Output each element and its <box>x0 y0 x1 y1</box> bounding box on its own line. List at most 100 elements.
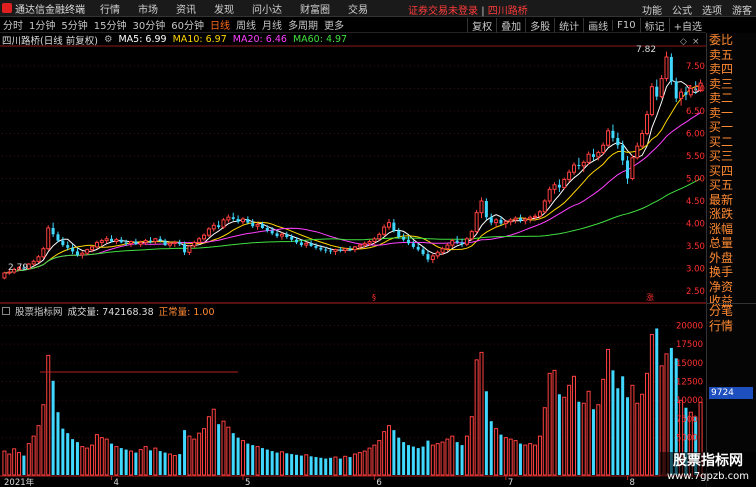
candle-body <box>202 234 207 240</box>
volume-bar <box>411 446 415 475</box>
side-tab-quote[interactable]: 行情 <box>707 319 756 334</box>
volume-bar <box>445 438 450 476</box>
candle-body <box>246 219 250 223</box>
volume-bar <box>167 453 172 476</box>
candle-body <box>71 247 75 252</box>
volume-bar <box>187 435 192 476</box>
date-tick-label: 4 <box>114 478 119 487</box>
volume-bar <box>275 452 279 475</box>
volume-bar <box>513 440 518 476</box>
volume-bar <box>299 455 303 475</box>
volume-bar <box>279 451 284 476</box>
candle-body <box>153 238 158 243</box>
volume-bar <box>236 437 240 475</box>
volume-bar <box>533 444 538 476</box>
volume-bar <box>75 442 79 475</box>
chart-back-icon[interactable]: ◇ <box>680 37 687 47</box>
quote-field-11: 最新 <box>709 192 734 207</box>
candle-body <box>421 249 425 255</box>
price-tick-label: 3.50 <box>686 242 705 252</box>
volume-bar <box>163 452 167 475</box>
volume-bar <box>591 409 595 475</box>
volume-bar <box>17 452 22 476</box>
price-tick-label: 2.50 <box>686 287 705 297</box>
volume-bar <box>134 452 138 475</box>
candle-body <box>406 239 410 244</box>
candle-body <box>537 211 542 217</box>
candle-body <box>479 200 484 214</box>
candle-body <box>329 250 333 252</box>
volume-bar <box>542 407 547 476</box>
candle-body <box>571 164 577 173</box>
candle-body <box>221 219 226 228</box>
volume-tick-label: 10000 <box>676 396 703 406</box>
candle-body <box>484 201 488 218</box>
candle-body <box>596 151 601 158</box>
candle-body <box>94 241 99 248</box>
candle-body <box>110 238 114 242</box>
volume-bar <box>499 434 503 475</box>
candle-body <box>197 238 202 243</box>
volume-bar <box>314 457 318 475</box>
candle-body <box>217 225 221 228</box>
volume-bar <box>552 369 557 476</box>
volume-bar <box>85 447 90 476</box>
volume-bar <box>571 375 577 476</box>
indicator-checkbox[interactable] <box>2 307 10 315</box>
volume-bar <box>61 428 65 475</box>
volume-tick-label: 20000 <box>676 321 703 331</box>
quote-field-13: 涨幅 <box>709 221 734 236</box>
candle-body <box>489 217 493 223</box>
candle-body <box>192 241 197 247</box>
volume-bar <box>645 372 650 476</box>
indicator-name[interactable]: 股票指标网 <box>15 304 63 318</box>
candle-body <box>616 138 620 146</box>
quote-field-5: 卖一 <box>709 105 734 120</box>
candle-body <box>435 251 440 257</box>
volume-bar <box>46 354 51 476</box>
candle-body <box>645 114 650 134</box>
candle-body <box>649 86 654 116</box>
volume-bar <box>172 455 177 476</box>
volume-bar <box>217 424 221 475</box>
volume-bar <box>421 446 425 475</box>
volume-bar <box>114 446 119 476</box>
candle-body <box>333 249 338 252</box>
volume-bar <box>523 444 528 476</box>
candle-body <box>518 218 522 221</box>
volume-bar <box>567 384 572 476</box>
kline-chart[interactable]: 7.50 7.00 6.50 6.00 5.50 5.00 4.50 4.00 3.50 3.00… <box>0 0 706 487</box>
candle-body <box>528 216 533 220</box>
candle-body <box>659 78 664 98</box>
side-tab-tick[interactable]: 分笔 <box>707 304 756 319</box>
menu-guest[interactable]: 游客 <box>732 2 752 17</box>
price-tick-label: 7.00 <box>686 85 705 95</box>
date-tick-label: 6 <box>376 478 381 487</box>
candle-body <box>367 241 372 244</box>
candle-body <box>611 130 615 138</box>
candles <box>2 51 703 280</box>
quote-field-3: 卖三 <box>709 76 734 91</box>
quote-field-14: 总量 <box>709 236 734 250</box>
candle-body <box>640 133 645 147</box>
candle-body <box>348 248 352 250</box>
candle-body <box>295 239 299 243</box>
candle-body <box>464 238 469 245</box>
candle-body <box>206 228 211 236</box>
candle-body <box>655 86 659 97</box>
volume-bar <box>285 453 289 475</box>
volume-bar <box>231 433 235 475</box>
volume-bar <box>601 378 606 476</box>
candle-body <box>343 248 348 251</box>
volume-tick-label: 5000 <box>676 434 698 444</box>
volume-tick-label: 17500 <box>676 340 703 350</box>
candle-body <box>460 242 464 245</box>
candle-body <box>134 241 138 245</box>
candle-body <box>621 145 625 161</box>
price-axis: 7.50 7.00 6.50 6.00 5.50 5.00 4.50 4.00 3.50 3.00… <box>686 62 705 297</box>
volume-bar <box>537 435 542 476</box>
price-tick-label: 6.00 <box>686 130 705 140</box>
candle-body <box>119 239 123 243</box>
volume-bar <box>110 443 114 475</box>
chart-close-icon[interactable]: × <box>692 37 700 47</box>
